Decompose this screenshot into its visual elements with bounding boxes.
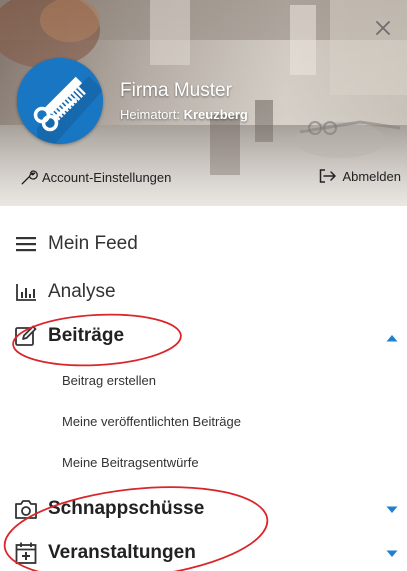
menu-item-events[interactable]: Veranstaltungen bbox=[14, 541, 196, 565]
submenu-item-published-posts[interactable]: Meine veröffentlichten Beiträge bbox=[62, 414, 241, 429]
calendar-plus-icon bbox=[14, 541, 38, 565]
menu-item-events-label: Veranstaltungen bbox=[48, 542, 196, 563]
hometown-value: Kreuzberg bbox=[183, 107, 248, 122]
wrench-icon bbox=[21, 170, 38, 185]
edit-icon bbox=[14, 324, 38, 348]
submenu-item-post-drafts[interactable]: Meine Beitragsentwürfe bbox=[62, 455, 199, 470]
menu-item-feed-label: Mein Feed bbox=[48, 233, 138, 254]
menu-item-posts[interactable]: Beiträge bbox=[14, 324, 124, 348]
menu-item-feed[interactable]: Mein Feed bbox=[14, 232, 138, 256]
bar-chart-icon bbox=[14, 280, 38, 304]
logout-label: Abmelden bbox=[342, 168, 401, 184]
menu-item-snapshots-label: Schnappschüsse bbox=[48, 498, 205, 519]
chevron-down-icon[interactable] bbox=[386, 550, 398, 558]
profile-header: Firma Muster Heimatort: Kreuzberg Accoun… bbox=[0, 0, 407, 206]
close-button[interactable] bbox=[369, 14, 397, 42]
company-name: Firma Muster bbox=[120, 80, 232, 101]
menu-lines-icon bbox=[14, 232, 38, 256]
camera-icon bbox=[14, 497, 38, 521]
close-icon bbox=[376, 21, 390, 35]
submenu-item-create-post[interactable]: Beitrag erstellen bbox=[62, 373, 156, 388]
logout-link[interactable]: Abmelden bbox=[318, 168, 401, 184]
logout-icon bbox=[320, 169, 337, 183]
hometown-label: Heimatort: bbox=[120, 107, 184, 122]
menu-item-snapshots[interactable]: Schnappschüsse bbox=[14, 497, 204, 521]
account-settings-link[interactable]: Account-Einstellungen bbox=[20, 168, 171, 186]
avatar bbox=[17, 58, 103, 144]
chevron-up-icon[interactable] bbox=[386, 334, 398, 342]
side-menu-panel: Firma Muster Heimatort: Kreuzberg Accoun… bbox=[0, 0, 407, 571]
menu-item-analysis[interactable]: Analyse bbox=[14, 280, 116, 304]
account-settings-label: Account-Einstellungen bbox=[42, 169, 172, 185]
chevron-down-icon[interactable] bbox=[386, 506, 398, 514]
menu-item-posts-label: Beiträge bbox=[48, 325, 125, 346]
hometown: Heimatort: Kreuzberg bbox=[120, 107, 248, 122]
menu-item-analysis-label: Analyse bbox=[48, 281, 116, 302]
scissors-comb-icon bbox=[17, 58, 103, 144]
